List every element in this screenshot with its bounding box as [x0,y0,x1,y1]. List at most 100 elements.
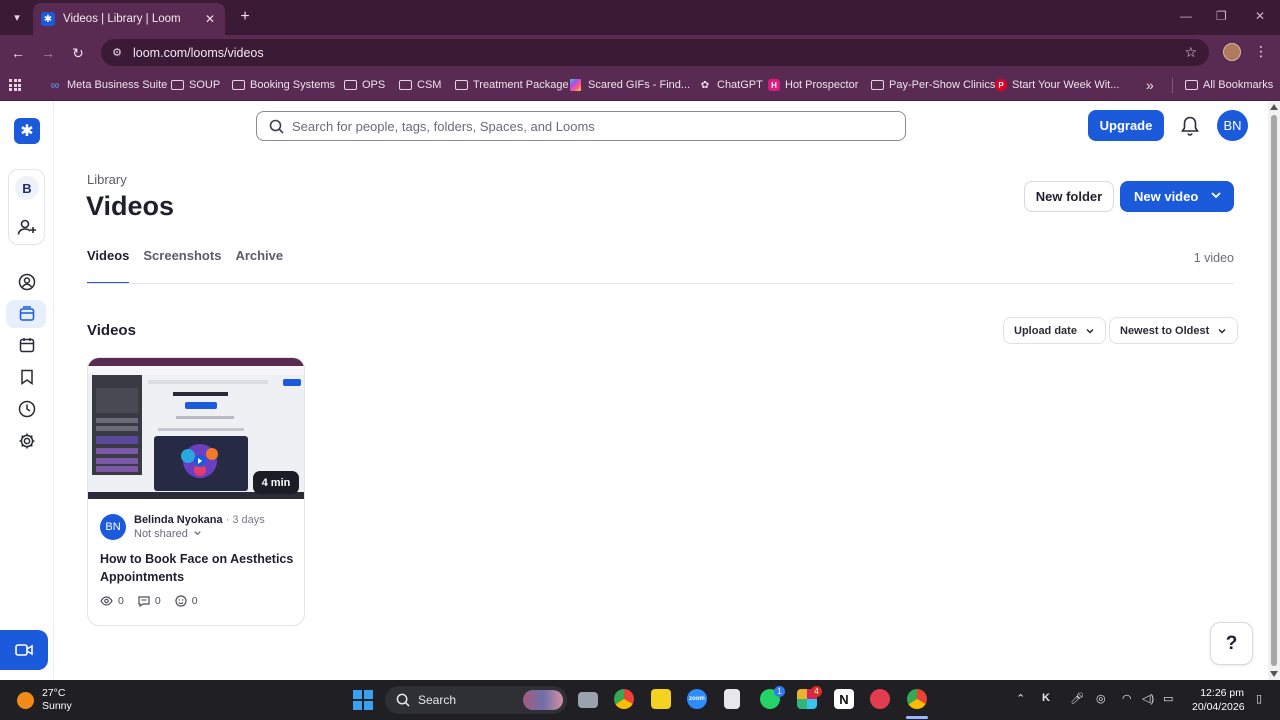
scroll-down-icon[interactable] [1270,671,1278,677]
history-nav-icon[interactable] [17,399,37,419]
tray-overflow-icon[interactable]: ⌃ [1016,692,1025,705]
page-scrollbar[interactable] [1268,101,1280,680]
window-close-icon[interactable]: ✕ [1255,9,1265,23]
invite-user-icon[interactable] [17,218,37,236]
new-folder-button[interactable]: New folder [1024,181,1114,212]
url-text: loom.com/looms/videos [133,45,264,60]
bookmark-treatment-package[interactable]: Treatment Package [454,77,569,93]
notion-icon[interactable]: N [834,689,854,709]
snipping-tool-icon[interactable] [724,689,740,709]
tab-close-icon[interactable]: ✕ [203,12,217,26]
tab-videos[interactable]: Videos [87,248,130,284]
scroll-up-icon[interactable] [1270,104,1278,110]
microphone-icon[interactable]: 🎤︎ [1070,692,1084,705]
video-count: 1 video [1193,251,1234,265]
weather-condition: Sunny [42,700,72,712]
sort-field-label: Upload date [1014,324,1077,337]
task-view-icon[interactable] [578,692,598,708]
new-video-button[interactable]: New video [1120,181,1234,212]
bookmark-chatgpt[interactable]: ✿ ChatGPT [698,77,763,93]
browser-menu-icon[interactable]: ⋮ [1254,43,1268,60]
maximize-icon[interactable]: ❐ [1216,9,1227,23]
calendar-nav-icon[interactable] [17,335,37,355]
all-bookmarks-button[interactable]: All Bookmarks [1184,77,1273,93]
separator-dot: · [225,514,230,526]
apps-grid-icon[interactable] [9,79,21,91]
search-highlight-image [523,690,563,710]
library-nav-icon[interactable] [17,304,37,324]
forward-icon[interactable]: → [38,43,58,63]
battery-icon[interactable]: ▭ [1163,692,1173,705]
bookmark-label: Treatment Package [473,79,569,91]
tab-archive[interactable]: Archive [235,248,283,284]
bookmark-ops[interactable]: OPS [343,77,385,93]
sticky-notes-icon[interactable] [651,689,671,709]
bookmark-label: SOUP [189,79,221,91]
video-card[interactable]: 4 min BN Belinda Nyokana · 3 days Not shar… [87,357,305,626]
tab-screenshots[interactable]: Screenshots [143,248,221,284]
profile-nav-icon[interactable] [17,272,37,292]
global-search-input[interactable]: Search for people, tags, folders, Spaces… [256,111,906,141]
settings-nav-icon[interactable] [17,431,37,451]
breadcrumb[interactable]: Library [87,172,127,187]
windows-start-icon[interactable] [353,690,373,710]
bookmark-csm[interactable]: CSM [398,77,441,93]
bookmark-booking-systems[interactable]: Booking Systems [231,77,335,93]
bookmark-meta-business-suite[interactable]: ∞ Meta Business Suite [48,77,168,93]
volume-icon[interactable]: ◁) [1142,692,1154,705]
tray-app-icon[interactable]: K [1042,692,1050,704]
bookmark-scared-gifs[interactable]: Scared GIFs - Find... [570,77,690,93]
workspace-avatar[interactable]: B [15,176,39,200]
app-icon[interactable] [870,689,890,709]
new-tab-icon[interactable]: + [235,7,255,27]
vpn-icon[interactable]: ◎ [1096,692,1106,705]
tab-search-chevron-icon[interactable]: ▾ [7,7,27,27]
help-button[interactable]: ? [1210,622,1253,665]
video-title[interactable]: How to Book Face on Aesthetics Appointme… [100,550,296,586]
site-info-icon[interactable]: ⚙ [109,46,125,59]
chrome-profile-icon[interactable] [907,689,927,709]
notifications-bell-icon[interactable] [1180,115,1200,137]
author-name[interactable]: Belinda Nyokana [134,514,223,526]
wifi-icon[interactable]: ◠ [1122,692,1132,705]
bookmark-pay-per-show-clinics[interactable]: Pay-Per-Show Clinics [870,77,995,93]
bookmark-nav-icon[interactable] [17,367,37,387]
loom-app: ✱ B Search for people, tags, folders, Sp… [0,101,1268,680]
reload-icon[interactable]: ↻ [68,43,88,63]
taskbar-search-label: Search [418,693,457,707]
user-avatar[interactable]: BN [1217,110,1248,141]
notifications-icon[interactable]: ▯ [1256,692,1262,705]
sort-field-dropdown[interactable]: Upload date [1003,317,1106,344]
bookmark-label: ChatGPT [717,79,763,91]
clock-date: 20/04/2026 [1192,701,1245,713]
duration-badge: 4 min [253,471,299,494]
share-status-dropdown[interactable]: Not shared [134,528,202,540]
taskbar-search[interactable]: Search [385,686,567,714]
address-bar[interactable]: ⚙ loom.com/looms/videos ☆ [101,39,1209,66]
scrollbar-thumb[interactable] [1271,115,1277,666]
author-avatar[interactable]: BN [100,514,126,540]
comments-count: 0 [154,595,161,607]
search-icon [269,119,284,134]
bookmark-star-icon[interactable]: ☆ [1184,44,1197,61]
minimize-icon[interactable]: — [1180,9,1192,23]
more-bookmarks-button[interactable]: » [1146,77,1154,93]
video-stats: 0 0 0 [100,595,198,607]
folder-icon [398,79,412,91]
record-button[interactable] [0,630,48,670]
back-icon[interactable]: ← [8,43,28,63]
upgrade-button[interactable]: Upgrade [1088,110,1164,141]
browser-tab-active[interactable]: ✱ Videos | Library | Loom ✕ [33,3,225,35]
bookmark-soup[interactable]: SOUP [170,77,220,93]
browser-profile-avatar[interactable] [1223,43,1241,61]
zoom-icon[interactable]: zoom [687,689,707,709]
weather-widget[interactable]: 27°C Sunny [17,687,72,713]
video-thumbnail[interactable]: 4 min [88,358,304,499]
bookmarks-bar: ∞ Meta Business Suite SOUP Booking Syste… [0,70,1280,101]
loom-logo-icon[interactable]: ✱ [14,118,40,144]
clock[interactable]: 12:26 pm 20/04/2026 [1192,686,1245,714]
sort-order-dropdown[interactable]: Newest to Oldest [1109,317,1239,344]
chrome-icon[interactable] [614,689,634,709]
bookmark-start-your-week[interactable]: P Start Your Week Wit... [995,77,1119,93]
bookmark-hot-prospector[interactable]: H Hot Prospector [768,77,858,93]
